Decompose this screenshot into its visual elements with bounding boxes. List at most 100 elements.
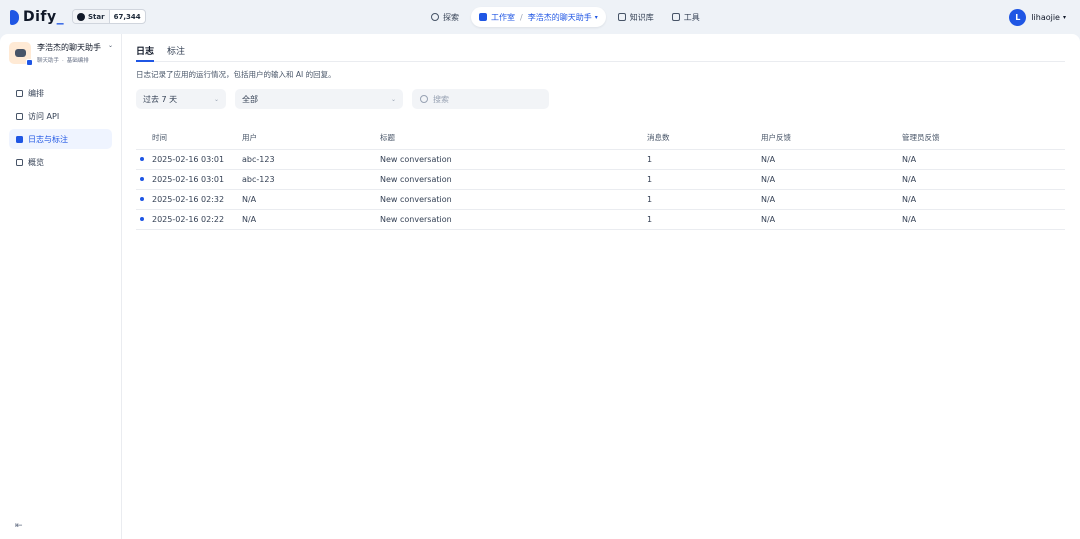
- overview-icon: [16, 158, 23, 166]
- logs-icon: [16, 135, 23, 143]
- app-sub-separator: ·: [62, 58, 64, 64]
- period-select-value: 过去 7 天: [143, 94, 178, 104]
- robot-face-icon: [14, 49, 26, 57]
- table-row[interactable]: 2025-02-16 03:01 abc-123 New conversatio…: [136, 169, 1065, 190]
- cell-user-feedback: N/A: [761, 169, 902, 190]
- cell-title: New conversation: [380, 189, 647, 210]
- github-star-label: Star: [88, 12, 105, 21]
- cell-title: New conversation: [380, 149, 647, 170]
- unread-dot-icon: [140, 157, 144, 161]
- nav-knowledge-label: 知识库: [629, 12, 654, 22]
- nav-explore[interactable]: 探索: [425, 7, 465, 27]
- user-name: lihaojie: [1031, 12, 1060, 22]
- app-mode: 基础编排: [66, 58, 89, 64]
- unread-dot-icon: [140, 177, 144, 181]
- cell-messages: 1: [647, 169, 761, 190]
- search-icon: [420, 95, 428, 103]
- sidebar: 李浩杰的聊天助手 ⌄ 聊天助手 · 基础编排 编排 访问 API 日志与标注 概览 ⇤: [0, 34, 122, 539]
- dify-logo-mark: [10, 9, 19, 25]
- breadcrumb-separator: /: [520, 12, 523, 22]
- tab-logs[interactable]: 日志: [136, 42, 155, 62]
- sidebar-menu: 编排 访问 API 日志与标注 概览: [9, 83, 112, 175]
- table-row[interactable]: 2025-02-16 02:32 N/A New conversation 1 …: [136, 189, 1065, 210]
- unread-dot-cell: [136, 189, 152, 210]
- header-messages: 消息数: [647, 127, 761, 150]
- orchestrate-icon: [16, 89, 23, 97]
- cell-user-feedback: N/A: [761, 209, 902, 230]
- chevron-down-icon: ⌄: [390, 95, 396, 103]
- dify-logo[interactable]: Dify_: [10, 7, 64, 27]
- unread-dot-icon: [140, 197, 144, 201]
- status-select[interactable]: 全部 ⌄: [235, 89, 403, 109]
- app-avatar: [9, 42, 33, 66]
- app-selector[interactable]: 李浩杰的聊天助手 ⌄ 聊天助手 · 基础编排: [9, 42, 115, 68]
- header-admin-feedback: 管理员反馈: [902, 127, 1065, 150]
- unread-dot-icon: [140, 217, 144, 221]
- api-icon: [16, 112, 23, 120]
- cell-title: New conversation: [380, 209, 647, 230]
- top-bar: Dify_ Star 67,344 探索 工作室 / 李浩杰的聊天助手 ▾ 知识…: [0, 0, 1080, 34]
- sidebar-item-label: 访问 API: [28, 111, 60, 121]
- search-box[interactable]: [412, 89, 549, 109]
- sidebar-item-overview[interactable]: 概览: [9, 152, 112, 172]
- nav-current-app[interactable]: 李浩杰的聊天助手: [528, 12, 592, 23]
- logs-table: 时间 用户 标题 消息数 用户反馈 管理员反馈 2025-02-16 03:01…: [136, 127, 1065, 230]
- github-star-count: 67,344: [113, 12, 141, 21]
- sidebar-item-logs[interactable]: 日志与标注: [9, 129, 112, 149]
- cell-user-feedback: N/A: [761, 189, 902, 210]
- cell-user: N/A: [242, 189, 380, 210]
- sidebar-item-label: 概览: [28, 157, 44, 167]
- cell-user-feedback: N/A: [761, 149, 902, 170]
- main-nav: 探索 工作室 / 李浩杰的聊天助手 ▾ 知识库 工具: [425, 7, 712, 27]
- sidebar-item-api[interactable]: 访问 API: [9, 106, 112, 126]
- nav-knowledge[interactable]: 知识库: [612, 7, 660, 27]
- collapse-sidebar-icon[interactable]: ⇤: [15, 521, 23, 531]
- sidebar-item-label: 日志与标注: [28, 134, 68, 144]
- table-row[interactable]: 2025-02-16 02:22 N/A New conversation 1 …: [136, 209, 1065, 230]
- toolbox-icon: [671, 13, 680, 21]
- book-icon: [617, 13, 626, 21]
- dify-logo-text: Dify_: [23, 9, 65, 25]
- cell-admin-feedback: N/A: [902, 169, 1065, 190]
- cell-messages: 1: [647, 209, 761, 230]
- cell-messages: 1: [647, 189, 761, 210]
- sidebar-item-orchestrate[interactable]: 编排: [9, 83, 112, 103]
- app-type: 聊天助手: [37, 58, 60, 64]
- cell-time: 2025-02-16 02:22: [152, 209, 242, 230]
- cell-user: abc-123: [242, 149, 380, 170]
- cell-user: abc-123: [242, 169, 380, 190]
- page-description: 日志记录了应用的运行情况，包括用户的输入和 AI 的回复。: [136, 70, 336, 79]
- tab-bar: 日志 标注: [136, 42, 1065, 62]
- github-star: Star: [73, 10, 110, 23]
- chevron-down-icon[interactable]: ▾: [595, 14, 598, 21]
- unread-dot-cell: [136, 209, 152, 230]
- nav-studio-label: 工作室: [491, 12, 515, 22]
- header-user-feedback: 用户反馈: [761, 127, 902, 150]
- app-name: 李浩杰的聊天助手: [37, 43, 101, 52]
- robot-icon: [479, 13, 487, 21]
- cell-time: 2025-02-16 03:01: [152, 169, 242, 190]
- github-star-button[interactable]: Star 67,344: [72, 9, 146, 24]
- cell-admin-feedback: N/A: [902, 149, 1065, 170]
- header-time: 时间: [152, 127, 242, 150]
- chevron-down-icon: ▾: [1062, 13, 1066, 21]
- nav-tools[interactable]: 工具: [666, 7, 706, 27]
- search-input[interactable]: [433, 94, 533, 104]
- tab-annotations[interactable]: 标注: [167, 42, 185, 62]
- cell-user: N/A: [242, 209, 380, 230]
- user-menu[interactable]: L lihaojie ▾: [1009, 7, 1066, 27]
- period-select[interactable]: 过去 7 天 ⌄: [136, 89, 226, 109]
- nav-studio[interactable]: 工作室 / 李浩杰的聊天助手 ▾: [471, 7, 606, 27]
- header-title: 标题: [380, 127, 647, 150]
- unread-dot-cell: [136, 149, 152, 170]
- main-panel: 李浩杰的聊天助手 ⌄ 聊天助手 · 基础编排 编排 访问 API 日志与标注 概览 ⇤: [0, 34, 1080, 539]
- cell-messages: 1: [647, 149, 761, 170]
- chevron-down-icon[interactable]: ⌄: [108, 42, 113, 53]
- status-select-value: 全部: [242, 94, 258, 104]
- cell-admin-feedback: N/A: [902, 189, 1065, 210]
- table-row[interactable]: 2025-02-16 03:01 abc-123 New conversatio…: [136, 149, 1065, 170]
- cell-time: 2025-02-16 03:01: [152, 149, 242, 170]
- unread-dot-cell: [136, 169, 152, 190]
- filter-bar: 过去 7 天 ⌄ 全部 ⌄: [136, 89, 549, 109]
- cell-title: New conversation: [380, 169, 647, 190]
